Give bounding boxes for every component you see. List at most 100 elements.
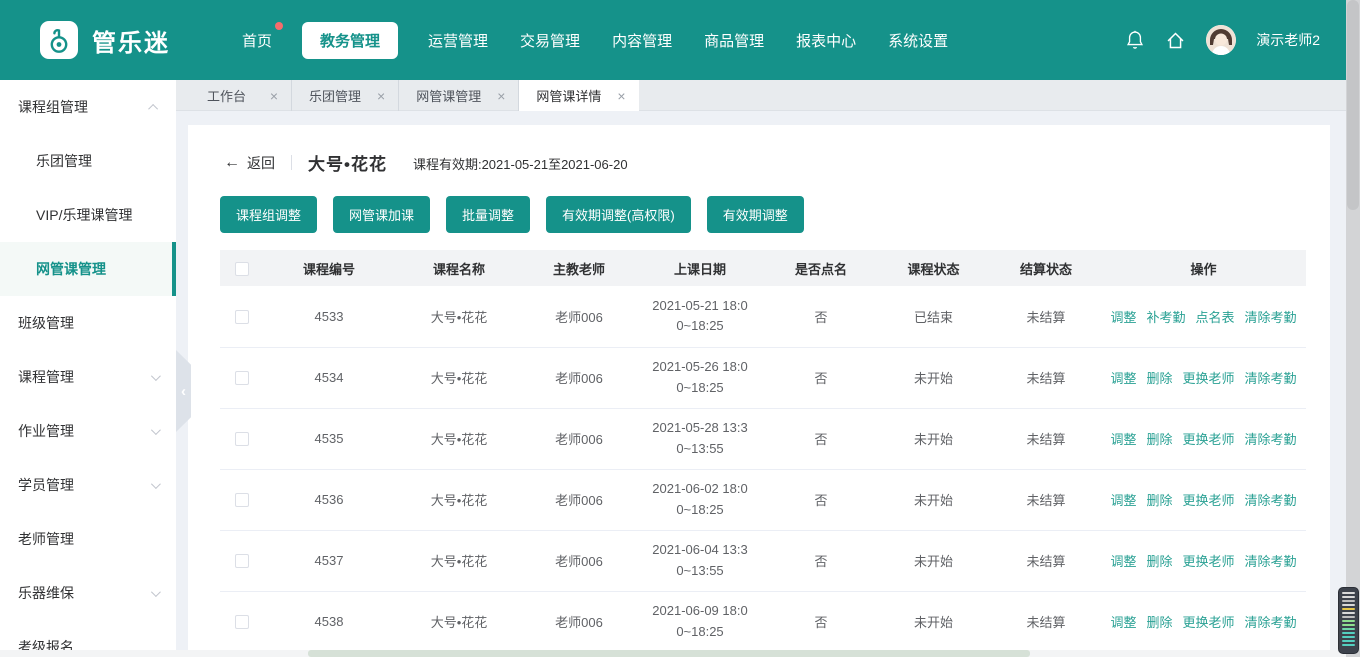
op-link-调整[interactable]: 调整 xyxy=(1110,310,1136,325)
table-row: 4538大号•花花老师0062021-06-09 18:00~18:25否未开始… xyxy=(220,591,1306,650)
cell-operations: 调整删除更换老师清除考勤 xyxy=(1101,591,1306,650)
row-checkbox[interactable] xyxy=(235,554,249,568)
tab-close-icon[interactable]: × xyxy=(377,88,385,104)
course-table: 课程编号课程名称主教老师上课日期是否点名课程状态结算状态操作 4533大号•花花… xyxy=(220,250,1306,650)
row-checkbox[interactable] xyxy=(235,371,249,385)
op-link-更换老师[interactable]: 更换老师 xyxy=(1183,554,1235,569)
action-button-有效期调整[interactable]: 有效期调整 xyxy=(707,196,804,233)
op-link-清除考勤[interactable]: 清除考勤 xyxy=(1245,493,1297,508)
op-link-更换老师[interactable]: 更换老师 xyxy=(1183,432,1235,447)
row-checkbox-cell xyxy=(220,408,264,469)
tab-label: 乐团管理 xyxy=(309,86,361,105)
sidebar-item-作业管理[interactable]: 作业管理 xyxy=(0,404,176,458)
op-link-清除考勤[interactable]: 清除考勤 xyxy=(1245,310,1297,325)
op-link-更换老师[interactable]: 更换老师 xyxy=(1183,615,1235,630)
action-button-网管课加课[interactable]: 网管课加课 xyxy=(333,196,430,233)
action-button-课程组调整[interactable]: 课程组调整 xyxy=(220,196,317,233)
browser-vertical-scrollbar[interactable] xyxy=(1346,0,1360,657)
minimap-widget[interactable] xyxy=(1338,587,1359,654)
tab-乐团管理[interactable]: 乐团管理 × xyxy=(292,80,399,111)
sidebar-item-label: 课程组管理 xyxy=(18,97,88,117)
tab-close-icon[interactable]: × xyxy=(497,88,505,104)
nav-item-首页[interactable]: 首页 xyxy=(240,22,274,59)
op-link-清除考勤[interactable]: 清除考勤 xyxy=(1245,371,1297,386)
nav-item-商品管理[interactable]: 商品管理 xyxy=(702,22,766,59)
action-button-有效期调整(高权限)[interactable]: 有效期调整(高权限) xyxy=(546,196,691,233)
nav-item-内容管理[interactable]: 内容管理 xyxy=(610,22,674,59)
sidebar-item-班级管理[interactable]: 班级管理 xyxy=(0,296,176,350)
cell-date: 2021-06-09 18:00~18:25 xyxy=(634,591,766,650)
op-link-删除[interactable]: 删除 xyxy=(1146,554,1172,569)
minimap-stripe xyxy=(1342,608,1355,610)
user-name[interactable]: 演示老师2 xyxy=(1256,30,1320,50)
select-all-checkbox[interactable] xyxy=(235,262,249,276)
nav-item-交易管理[interactable]: 交易管理 xyxy=(518,22,582,59)
sidebar-subitem-VIP/乐理课管理[interactable]: VIP/乐理课管理 xyxy=(0,188,176,242)
tab-网管课管理[interactable]: 网管课管理× xyxy=(399,80,519,111)
main-area: 工作台×乐团管理×网管课管理×网管课详情× ← 返回 大号•花花 课程有效期:2… xyxy=(176,80,1346,657)
tab-close-icon[interactable]: × xyxy=(617,88,625,104)
avatar[interactable] xyxy=(1206,25,1236,55)
cell-settlement: 未结算 xyxy=(991,591,1101,650)
sidebar-item-老师管理[interactable]: 老师管理 xyxy=(0,512,176,566)
op-link-调整[interactable]: 调整 xyxy=(1110,432,1136,447)
vertical-scrollbar-thumb[interactable] xyxy=(1347,0,1359,210)
sidebar-item-label: 课程管理 xyxy=(18,367,74,387)
nav-item-报表中心[interactable]: 报表中心 xyxy=(794,22,858,59)
back-button[interactable]: ← 返回 xyxy=(224,153,275,173)
op-link-清除考勤[interactable]: 清除考勤 xyxy=(1245,615,1297,630)
cell-rollcall: 否 xyxy=(766,347,876,408)
op-link-删除[interactable]: 删除 xyxy=(1146,371,1172,386)
op-link-清除考勤[interactable]: 清除考勤 xyxy=(1245,432,1297,447)
nav-item-运营管理[interactable]: 运营管理 xyxy=(426,22,490,59)
op-link-调整[interactable]: 调整 xyxy=(1110,554,1136,569)
tab-close-icon[interactable]: × xyxy=(270,88,278,104)
cell-status: 已结束 xyxy=(876,286,991,347)
nav-item-教务管理[interactable]: 教务管理 xyxy=(302,22,398,59)
op-link-清除考勤[interactable]: 清除考勤 xyxy=(1245,554,1297,569)
minimap-stripe xyxy=(1342,596,1355,598)
op-link-点名表[interactable]: 点名表 xyxy=(1196,310,1235,325)
column-header-上课日期: 上课日期 xyxy=(634,250,766,286)
date-line: 2021-05-21 18:0 xyxy=(634,296,766,316)
tab-网管课详情[interactable]: 网管课详情× xyxy=(519,80,638,111)
row-checkbox[interactable] xyxy=(235,310,249,324)
sidebar-item-乐器维保[interactable]: 乐器维保 xyxy=(0,566,176,620)
row-checkbox[interactable] xyxy=(235,432,249,446)
op-link-调整[interactable]: 调整 xyxy=(1110,615,1136,630)
tab-工作台[interactable]: 工作台× xyxy=(190,80,292,111)
horizontal-scrollbar[interactable] xyxy=(0,650,1346,657)
chevron-up-icon xyxy=(148,103,158,113)
op-link-删除[interactable]: 删除 xyxy=(1146,432,1172,447)
sidebar-subitem-label: 网管课管理 xyxy=(36,259,106,279)
minimap-stripe xyxy=(1342,592,1355,594)
row-checkbox[interactable] xyxy=(235,615,249,629)
minimap-stripe xyxy=(1342,600,1355,602)
column-header-结算状态: 结算状态 xyxy=(991,250,1101,286)
op-link-补考勤[interactable]: 补考勤 xyxy=(1146,310,1185,325)
tab-bar: 工作台×乐团管理×网管课管理×网管课详情× xyxy=(176,80,1346,111)
nav-item-系统设置[interactable]: 系统设置 xyxy=(886,22,950,59)
sidebar-subitem-网管课管理[interactable]: 网管课管理 xyxy=(0,242,176,296)
page-title: 大号•花花 xyxy=(308,150,387,175)
op-link-删除[interactable]: 删除 xyxy=(1146,493,1172,508)
home-icon[interactable] xyxy=(1165,30,1186,51)
op-link-更换老师[interactable]: 更换老师 xyxy=(1183,371,1235,386)
notification-bell-icon[interactable] xyxy=(1125,29,1145,51)
cell-teacher: 老师006 xyxy=(524,408,634,469)
row-checkbox[interactable] xyxy=(235,493,249,507)
op-link-调整[interactable]: 调整 xyxy=(1110,371,1136,386)
date-line: 2021-06-04 13:3 xyxy=(634,540,766,560)
sidebar-item-课程管理[interactable]: 课程管理 xyxy=(0,350,176,404)
app-logo[interactable]: 管乐迷 xyxy=(40,21,170,59)
op-link-删除[interactable]: 删除 xyxy=(1146,615,1172,630)
cell-status: 未开始 xyxy=(876,530,991,591)
horizontal-scrollbar-thumb[interactable] xyxy=(308,650,1030,657)
op-link-更换老师[interactable]: 更换老师 xyxy=(1183,493,1235,508)
column-header-是否点名: 是否点名 xyxy=(766,250,876,286)
action-button-批量调整[interactable]: 批量调整 xyxy=(446,196,530,233)
sidebar-item-课程组管理[interactable]: 课程组管理 xyxy=(0,80,176,134)
sidebar-subitem-乐团管理[interactable]: 乐团管理 xyxy=(0,134,176,188)
op-link-调整[interactable]: 调整 xyxy=(1110,493,1136,508)
sidebar-item-学员管理[interactable]: 学员管理 xyxy=(0,458,176,512)
